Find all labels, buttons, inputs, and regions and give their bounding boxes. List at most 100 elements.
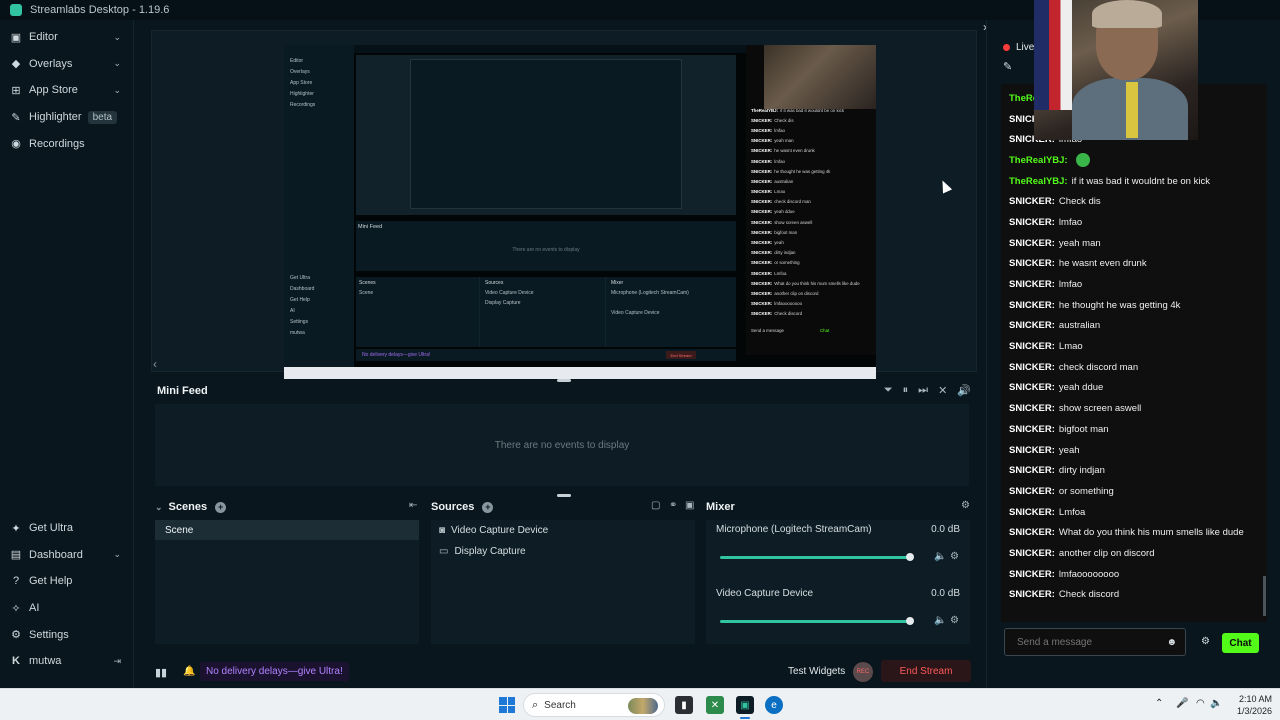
volume-slider-knob[interactable] <box>906 553 914 561</box>
chevron-up-icon[interactable]: ⌃ <box>1155 698 1163 709</box>
editor-footer: ▮▮ 🔔 No delivery delays—give Ultra! Test… <box>135 660 985 688</box>
test-widgets-button[interactable]: Test Widgets <box>788 666 845 677</box>
volume-icon[interactable]: 🔈 <box>934 551 946 562</box>
chat-username[interactable]: SNICKER: <box>1009 238 1055 249</box>
volume-slider[interactable] <box>720 620 912 623</box>
nav-item-ai[interactable]: ✧ AI <box>0 595 133 622</box>
chevron-left-icon[interactable]: ‹ <box>153 357 157 371</box>
chat-username[interactable]: SNICKER: <box>1009 569 1055 580</box>
chat-username[interactable]: SNICKER: <box>1009 362 1055 373</box>
end-stream-button[interactable]: End Stream <box>881 660 971 682</box>
chat-username[interactable]: SNICKER: <box>1009 424 1055 435</box>
chat-username[interactable]: SNICKER: <box>1009 548 1055 559</box>
chat-username[interactable]: SNICKER: <box>1009 196 1055 207</box>
source-item[interactable]: ▭ Display Capture <box>431 541 695 562</box>
gear-icon[interactable]: ⚙ <box>950 551 959 562</box>
link-icon[interactable]: ⚭ <box>669 500 677 511</box>
gear-icon[interactable]: ⚙ <box>1201 636 1210 647</box>
scene-item[interactable]: Scene <box>155 520 419 540</box>
chat-input[interactable] <box>1017 636 1157 648</box>
chat-username[interactable]: TheRealYBJ: <box>1009 176 1068 187</box>
chat-username[interactable]: SNICKER: <box>1009 589 1055 600</box>
wifi-icon[interactable]: ◠ <box>1196 698 1205 709</box>
mini-feed-title: Mini Feed <box>157 385 208 397</box>
nav-item-overlays[interactable]: ◆ Overlays ⌄ <box>0 51 133 78</box>
collapse-icon[interactable]: ⌄ <box>155 502 163 513</box>
mixer-item-label: Video Capture Device <box>716 588 814 599</box>
chat-scrollbar[interactable] <box>1263 576 1266 616</box>
scene-collection-icon[interactable]: ⇤ <box>409 500 417 511</box>
chat-username[interactable]: SNICKER: <box>1009 258 1055 269</box>
chat-username[interactable]: SNICKER: <box>1009 465 1055 476</box>
chevron-down-icon[interactable]: ⌄ <box>113 549 121 560</box>
chat-username[interactable]: SNICKER: <box>1009 320 1055 331</box>
edge-browser-icon[interactable]: e <box>765 696 783 714</box>
microphone-icon[interactable]: 🎤 <box>1176 698 1188 709</box>
mute-alerts-icon[interactable]: ✕ <box>938 384 947 397</box>
nav-item-editor[interactable]: ▣ Editor ⌄ <box>0 24 133 51</box>
chat-username[interactable]: SNICKER: <box>1009 300 1055 311</box>
editor-icon: ▣ <box>10 31 22 44</box>
record-button[interactable]: REC <box>853 662 873 682</box>
chevron-down-icon[interactable]: ⌄ <box>113 32 121 43</box>
gear-icon[interactable]: ⚙ <box>961 500 970 511</box>
logout-icon[interactable]: ⇥ <box>113 656 121 667</box>
taskbar-search[interactable]: ⌕ Search <box>523 693 665 717</box>
chat-username[interactable]: SNICKER: <box>1009 382 1055 393</box>
preview-chat-line: SNICKER: Lmao <box>746 187 876 197</box>
chat-send-button[interactable]: Chat <box>1222 633 1259 653</box>
emoji-icon[interactable]: ☻ <box>1166 637 1177 648</box>
recordings-icon: ◉ <box>11 138 21 151</box>
preview-chat-user: SNICKER: <box>751 219 773 225</box>
windows-start-icon[interactable] <box>499 697 515 713</box>
nav-item-dashboard[interactable]: ▤ Dashboard ⌄ <box>0 542 133 569</box>
chat-username[interactable]: SNICKER: <box>1009 507 1055 518</box>
nav-item-get-ultra[interactable]: ✦ Get Ultra <box>0 515 133 542</box>
preview-chat-text: Check discord <box>774 311 803 317</box>
skip-icon[interactable]: ⏭ <box>918 384 928 397</box>
stream-preview[interactable]: Streamlabs Desktop - 1.19.6 Editor Overl… <box>284 45 876 379</box>
add-source-button[interactable]: + <box>482 501 494 513</box>
notification-icon[interactable]: 🔔 <box>183 666 195 677</box>
volume-icon[interactable]: 🔊 <box>957 384 971 397</box>
preview-chat-text: or something <box>774 260 800 266</box>
chevron-down-icon[interactable]: ⌄ <box>113 58 121 69</box>
filter-icon[interactable]: ⏷ <box>884 384 893 397</box>
nav-item-get-help[interactable]: ? Get Help <box>0 568 133 595</box>
pencil-icon[interactable]: ✎ <box>1003 60 1012 73</box>
gear-icon[interactable]: ⚙ <box>950 615 959 626</box>
nav-item-settings[interactable]: ⚙ Settings <box>0 621 133 648</box>
chat-text: lmfao <box>1058 216 1083 228</box>
pause-icon[interactable]: ⏸ <box>903 384 909 397</box>
appstore-icon: ⊞ <box>11 84 21 97</box>
add-scene-button[interactable]: + <box>215 501 227 513</box>
folder-icon[interactable]: ▣ <box>685 500 694 511</box>
volume-slider[interactable] <box>720 556 912 559</box>
chat-username[interactable]: SNICKER: <box>1009 486 1055 497</box>
stats-icon[interactable]: ▮▮ <box>155 666 167 679</box>
nav-item-account[interactable]: K mutwa ⇥ <box>0 648 133 675</box>
task-view-icon[interactable]: ▮ <box>675 696 693 714</box>
ultra-promo-pill[interactable]: No delivery delays—give Ultra! <box>200 662 349 681</box>
speaker-icon[interactable]: 🔈 <box>1210 698 1222 709</box>
chat-username[interactable]: SNICKER: <box>1009 445 1055 456</box>
chat-username[interactable]: SNICKER: <box>1009 279 1055 290</box>
volume-icon[interactable]: 🔈 <box>934 615 946 626</box>
chat-username[interactable]: SNICKER: <box>1009 341 1055 352</box>
taskbar-clock[interactable]: 2:10 AM 1/3/2026 <box>1226 693 1272 717</box>
nav-item-app-store[interactable]: ⊞ App Store ⌄ <box>0 77 133 104</box>
nav-item-highlighter[interactable]: ✎ Highlighter beta <box>0 104 133 131</box>
source-item[interactable]: ◙ Video Capture Device <box>431 520 695 541</box>
xbox-app-icon[interactable]: ✕ <box>706 696 724 714</box>
chat-username[interactable]: SNICKER: <box>1009 217 1055 228</box>
volume-slider-knob[interactable] <box>906 617 914 625</box>
chat-username[interactable]: SNICKER: <box>1009 527 1055 538</box>
chat-username[interactable]: TheRealYBJ: <box>1009 155 1068 166</box>
source-options-icon[interactable]: ▢ <box>651 500 660 511</box>
live-dot-icon <box>1003 44 1010 51</box>
nav-item-recordings[interactable]: ◉ Recordings <box>0 130 133 157</box>
preview-chat-user: SNICKER: <box>751 158 773 164</box>
chat-username[interactable]: SNICKER: <box>1009 403 1055 414</box>
streamlabs-app-icon[interactable]: ▣ <box>736 696 754 714</box>
chevron-down-icon[interactable]: ⌄ <box>113 85 121 96</box>
